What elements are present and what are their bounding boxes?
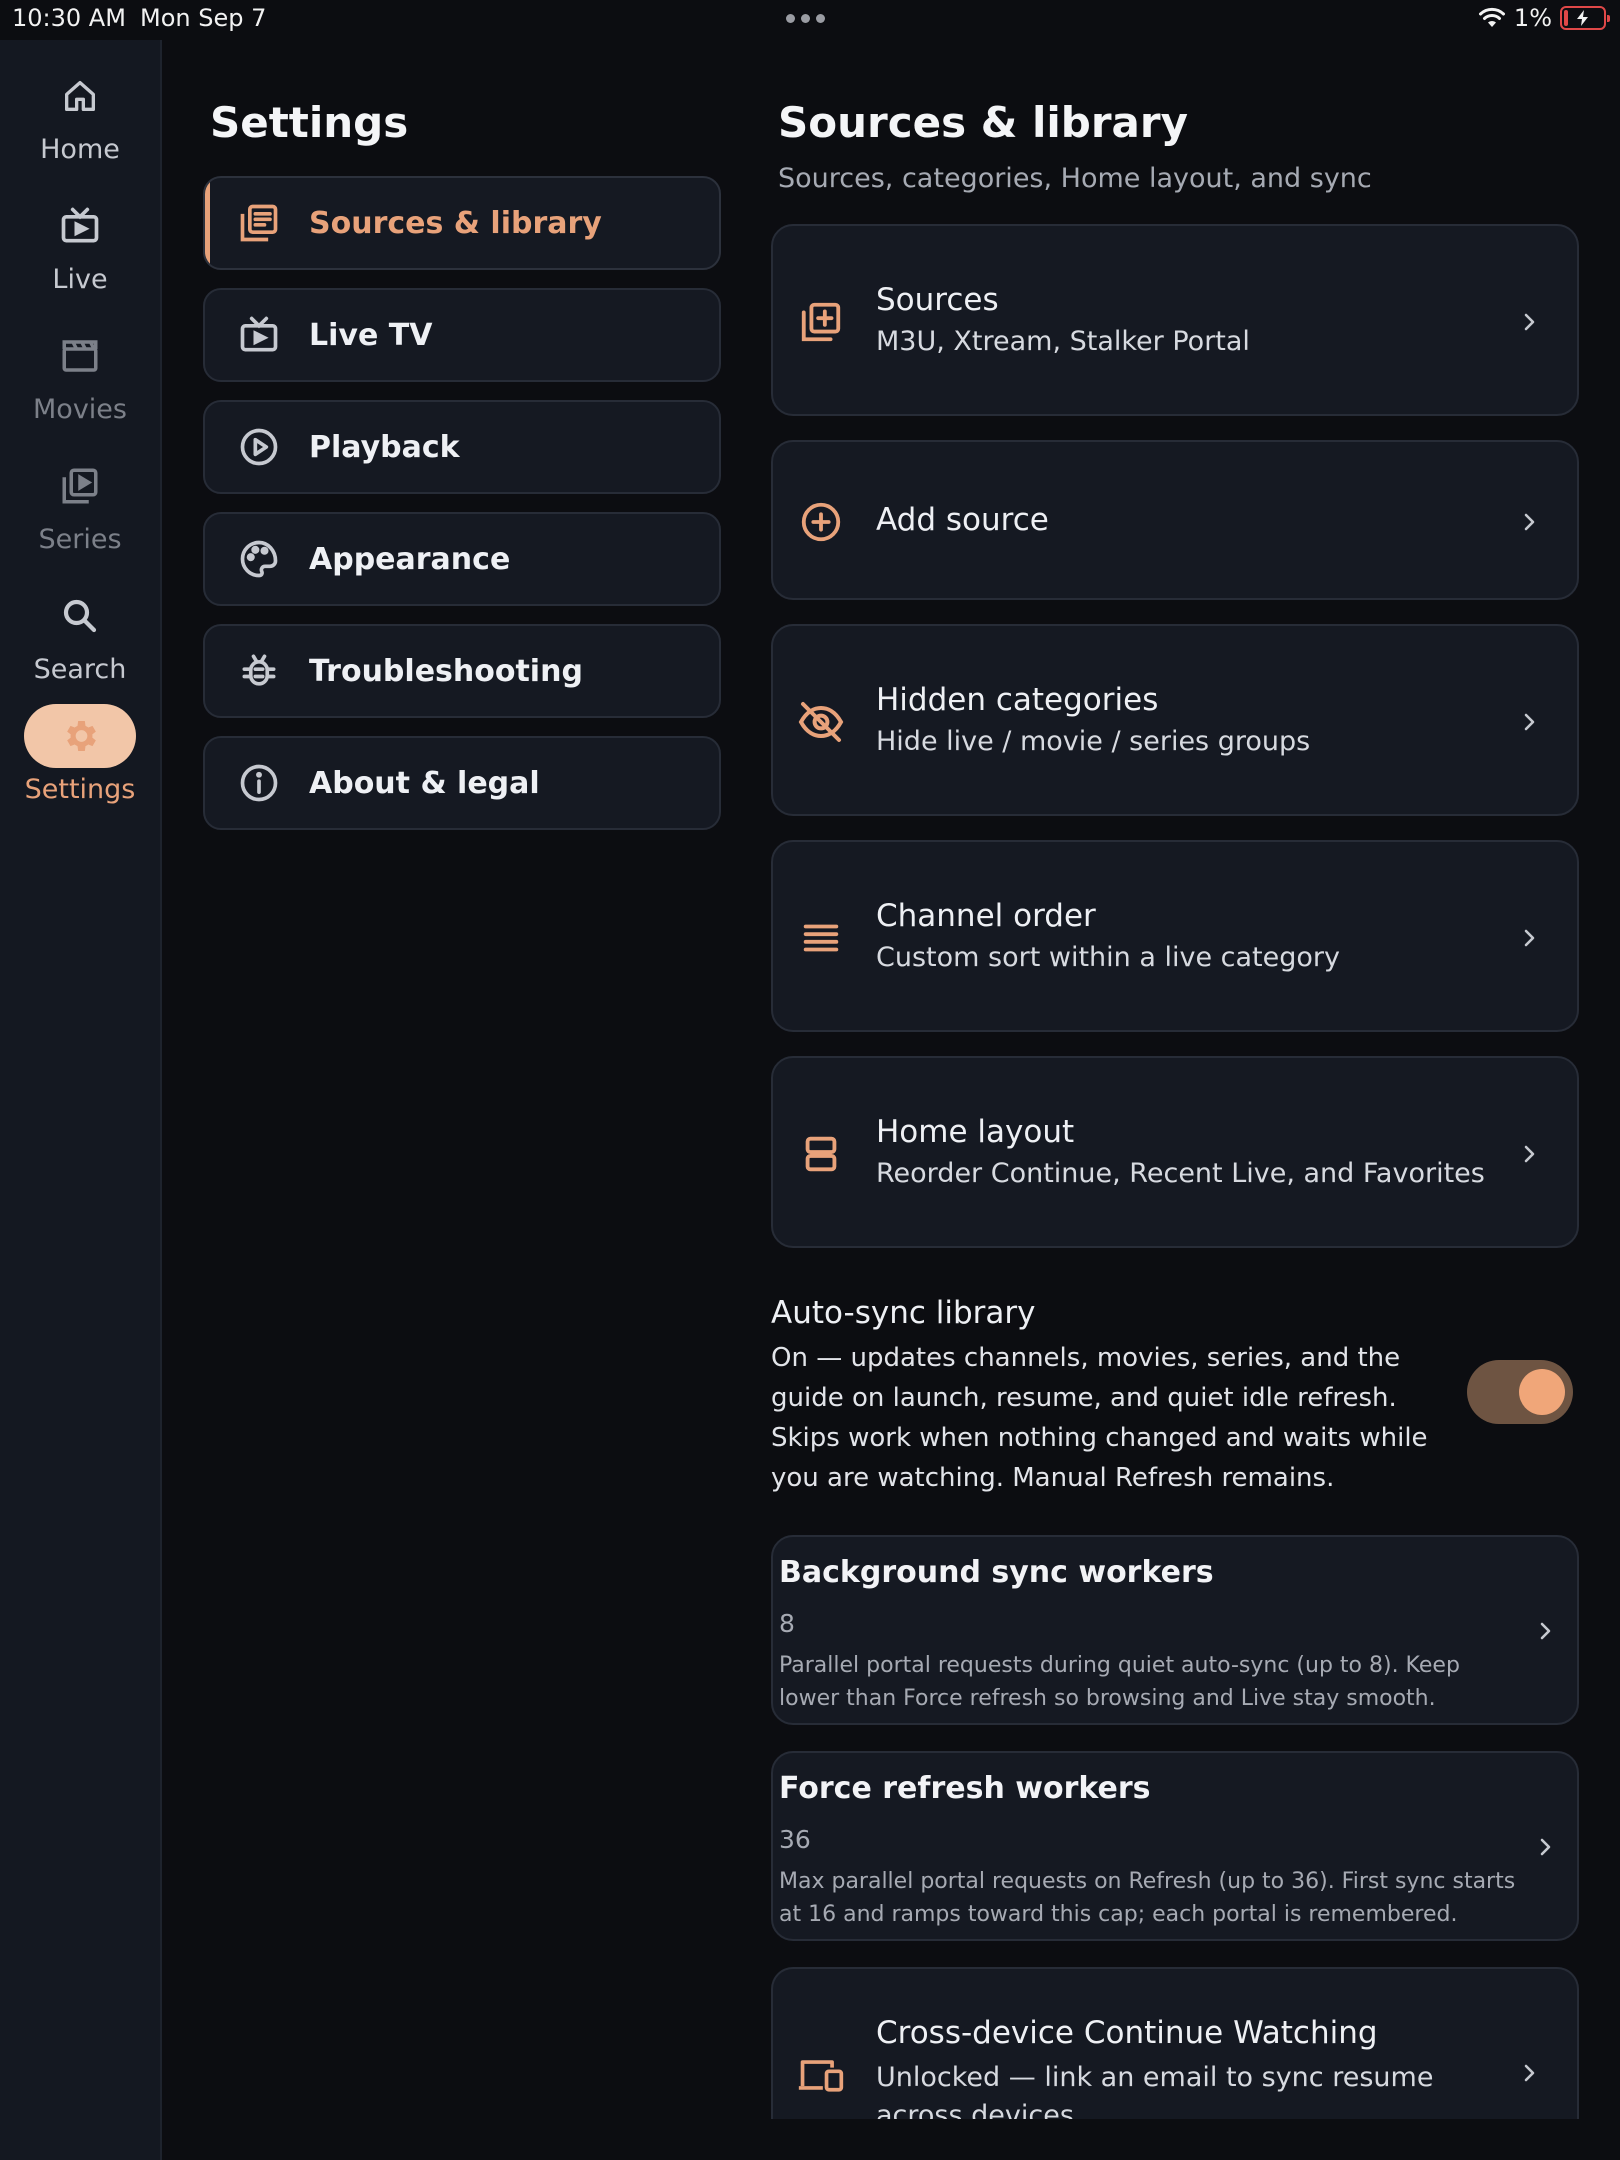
lines-icon [797,914,845,962]
row-subtitle: Reorder Continue, Recent Live, and Favor… [876,1158,1485,1189]
devices-icon [797,2051,845,2099]
category-label: About & legal [309,765,540,801]
row-value: 8 [779,1609,795,1638]
row-home-layout[interactable]: Home layout Reorder Continue, Recent Liv… [771,1056,1579,1248]
row-cross-device-continue-watching[interactable]: Cross-device Continue Watching Unlocked … [771,1967,1579,2119]
row-title: Sources [876,282,999,318]
category-playback[interactable]: Playback [203,400,721,494]
play-circle-icon [235,423,283,471]
bug-icon [235,647,283,695]
category-label: Sources & library [309,205,602,241]
tv-icon [24,194,136,258]
category-troubleshooting[interactable]: Troubleshooting [203,624,721,718]
chevron-right-icon [1524,929,1535,947]
search-icon [24,584,136,648]
tv-icon [235,311,283,359]
battery-percent: 1% [1513,4,1552,32]
battery-icon [1560,6,1610,30]
status-date: Mon Sep 7 [140,4,267,32]
palette-icon [235,535,283,583]
wifi-icon [1478,7,1505,27]
row-background-sync-workers[interactable]: Background sync workers 8 Parallel porta… [771,1535,1579,1725]
nav-rail: Home Live Movies Series Search Settings [0,40,162,2160]
nav-search[interactable]: Search [0,584,160,704]
category-appearance[interactable]: Appearance [203,512,721,606]
row-add-source[interactable]: Add source [771,440,1579,600]
chevron-right-icon [1540,1838,1551,1856]
row-sources[interactable]: Sources M3U, Xtream, Stalker Portal [771,224,1579,416]
nav-live[interactable]: Live [0,194,160,314]
auto-sync-description: On — updates channels, movies, series, a… [771,1343,1428,1493]
row-subtitle: Hide live / movie / series groups [876,726,1311,757]
chevron-right-icon [1524,513,1535,531]
nav-movies[interactable]: Movies [0,324,160,444]
detail-title: Sources & library [778,98,1188,147]
category-label: Troubleshooting [309,653,583,689]
nav-live-label: Live [52,264,108,295]
category-live-tv[interactable]: Live TV [203,288,721,382]
row-title: Background sync workers [779,1555,1214,1590]
row-title: Channel order [876,898,1096,934]
chevron-right-icon [1540,1622,1551,1640]
chevron-right-icon [1524,2064,1535,2082]
series-icon [24,454,136,518]
nav-settings-label: Settings [24,774,136,805]
row-force-refresh-workers[interactable]: Force refresh workers 36 Max parallel po… [771,1751,1579,1941]
nav-home-label: Home [40,134,120,165]
row-title: Force refresh workers [779,1771,1151,1806]
row-title: Cross-device Continue Watching [876,2015,1378,2051]
chevron-right-icon [1524,1145,1535,1163]
clapperboard-icon [24,324,136,388]
chevron-right-icon [1524,713,1535,731]
gear-icon [24,704,136,768]
row-title: Home layout [876,1114,1075,1150]
home-icon [24,64,136,128]
nav-series[interactable]: Series [0,454,160,574]
add-box-icon [797,298,845,346]
settings-title: Settings [210,98,409,147]
category-label: Playback [309,429,460,465]
auto-sync-title: Auto-sync library [771,1295,1036,1331]
nav-settings[interactable]: Settings [0,704,160,824]
library-icon [235,199,283,247]
add-circle-icon [797,498,845,546]
detail-subtitle: Sources, categories, Home layout, and sy… [778,163,1372,194]
multitasking-dots-icon[interactable] [786,14,825,23]
row-description: Max parallel portal requests on Refresh … [779,1869,1516,1927]
auto-sync-toggle[interactable] [1467,1360,1573,1424]
eye-off-icon [797,698,845,746]
nav-movies-label: Movies [33,394,127,425]
status-bar: 10:30 AM Mon Sep 7 1% [0,0,1620,40]
row-channel-order[interactable]: Channel order Custom sort within a live … [771,840,1579,1032]
category-label: Live TV [309,317,433,353]
category-sources-library[interactable]: Sources & library [203,176,721,270]
toggle-knob [1519,1369,1565,1415]
nav-search-label: Search [33,654,127,685]
row-subtitle: Unlocked — link an email to sync resume … [876,2062,1434,2119]
layout-icon [797,1130,845,1178]
row-title: Hidden categories [876,682,1159,718]
row-title: Add source [876,502,1049,538]
nav-home[interactable]: Home [0,64,160,184]
category-about-legal[interactable]: About & legal [203,736,721,830]
row-subtitle: M3U, Xtream, Stalker Portal [876,326,1250,357]
info-icon [235,759,283,807]
row-hidden-categories[interactable]: Hidden categories Hide live / movie / se… [771,624,1579,816]
chevron-right-icon [1524,313,1535,331]
nav-series-label: Series [38,524,122,555]
row-description: Parallel portal requests during quiet au… [779,1653,1460,1711]
row-subtitle: Custom sort within a live category [876,942,1340,973]
status-time: 10:30 AM [12,4,126,32]
row-value: 36 [779,1825,811,1854]
category-label: Appearance [309,541,511,577]
